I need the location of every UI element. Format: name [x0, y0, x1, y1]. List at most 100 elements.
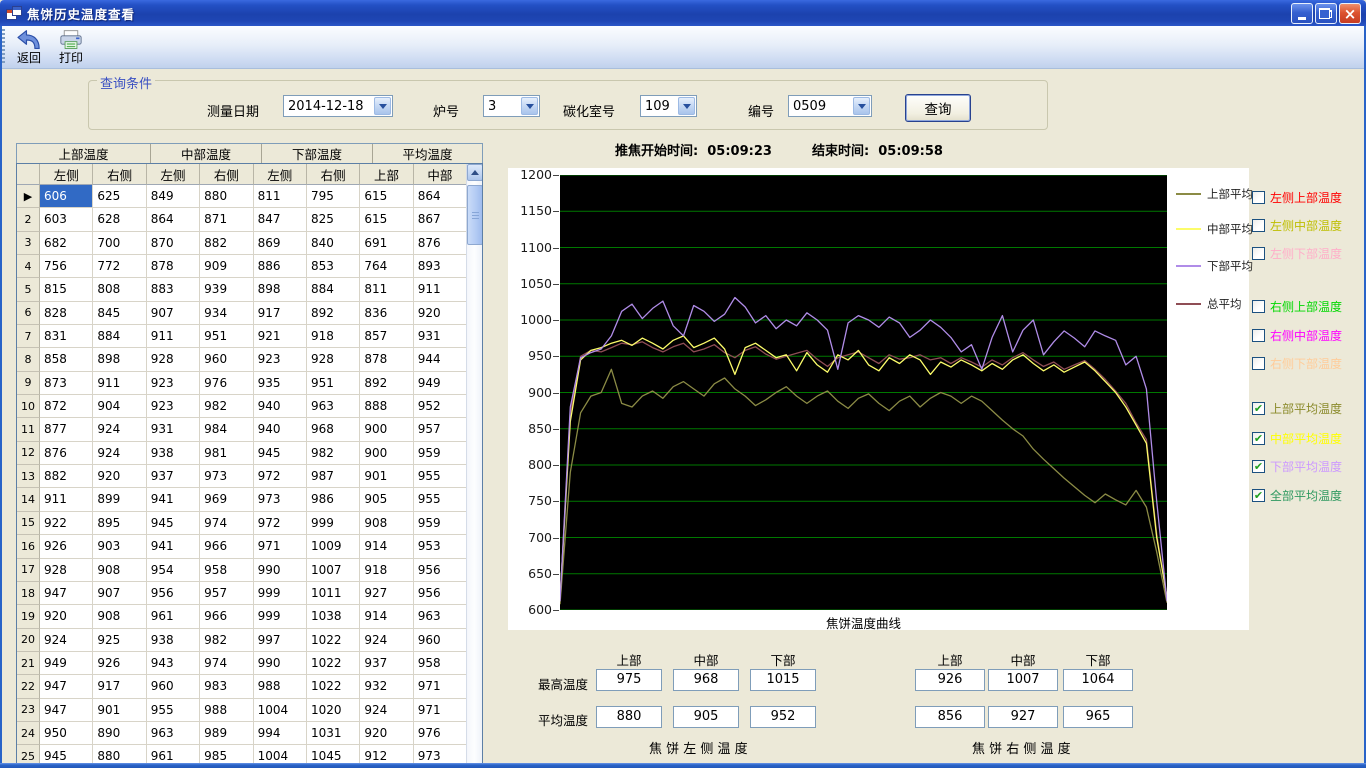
table-cell[interactable]: 924: [93, 442, 146, 465]
table-cell[interactable]: 920: [40, 605, 93, 628]
table-cell[interactable]: 973: [254, 488, 307, 511]
table-cell[interactable]: 966: [200, 605, 253, 628]
table-cell[interactable]: 1031: [307, 722, 360, 745]
minimize-button[interactable]: [1291, 3, 1313, 24]
table-cell[interactable]: 974: [200, 512, 253, 535]
print-button[interactable]: 打印: [50, 26, 92, 67]
table-cell[interactable]: 872: [40, 395, 93, 418]
table-cell[interactable]: 943: [147, 652, 200, 675]
table-cell[interactable]: 808: [93, 278, 146, 301]
table-cell[interactable]: 971: [414, 699, 467, 722]
table-cell[interactable]: 849: [147, 185, 200, 208]
table-cell[interactable]: 870: [147, 232, 200, 255]
table-cell[interactable]: 847: [254, 208, 307, 231]
row-header[interactable]: 5: [17, 278, 40, 301]
table-cell[interactable]: 941: [147, 488, 200, 511]
table-cell[interactable]: 1011: [307, 582, 360, 605]
table-cell[interactable]: 944: [414, 348, 467, 371]
table-cell[interactable]: 999: [254, 605, 307, 628]
row-header[interactable]: 3: [17, 232, 40, 255]
table-group-3[interactable]: 下部温度: [262, 144, 373, 163]
table-cell[interactable]: 951: [200, 325, 253, 348]
table-cell[interactable]: 947: [40, 675, 93, 698]
table-cell[interactable]: 973: [200, 465, 253, 488]
table-cell[interactable]: 903: [93, 535, 146, 558]
table-cell[interactable]: 898: [254, 278, 307, 301]
table-cell[interactable]: 957: [200, 582, 253, 605]
curve-checkbox-10[interactable]: ✔全部平均温度: [1252, 487, 1342, 504]
table-cell[interactable]: 972: [254, 465, 307, 488]
table-cell[interactable]: 994: [254, 722, 307, 745]
table-cell[interactable]: 976: [200, 372, 253, 395]
table-cell[interactable]: 918: [307, 325, 360, 348]
checked-checkbox-icon[interactable]: ✔: [1252, 432, 1265, 445]
table-cell[interactable]: 927: [360, 582, 413, 605]
chamber-combobox[interactable]: 109: [640, 95, 697, 117]
table-cell[interactable]: 971: [254, 535, 307, 558]
row-header[interactable]: 21: [17, 652, 40, 675]
table-cell[interactable]: 928: [307, 348, 360, 371]
table-cell[interactable]: 911: [40, 488, 93, 511]
furnace-dropdown-button[interactable]: [521, 97, 538, 115]
table-cell[interactable]: 923: [254, 348, 307, 371]
table-cell[interactable]: 864: [414, 185, 467, 208]
table-cell[interactable]: 831: [40, 325, 93, 348]
table-cell[interactable]: 949: [40, 652, 93, 675]
row-header[interactable]: 19: [17, 605, 40, 628]
row-header[interactable]: 11: [17, 418, 40, 441]
table-cell[interactable]: 983: [200, 675, 253, 698]
table-cell[interactable]: 907: [93, 582, 146, 605]
table-cell[interactable]: 990: [254, 652, 307, 675]
curve-checkbox-9[interactable]: ✔下部平均温度: [1252, 458, 1342, 475]
table-cell[interactable]: 963: [414, 605, 467, 628]
table-cell[interactable]: 958: [200, 559, 253, 582]
table-cell[interactable]: 900: [360, 442, 413, 465]
table-cell[interactable]: 976: [414, 722, 467, 745]
scrollbar-thumb[interactable]: [467, 185, 483, 245]
table-cell[interactable]: 990: [254, 559, 307, 582]
table-cell[interactable]: 864: [147, 208, 200, 231]
table-column-2[interactable]: 右侧: [93, 164, 146, 185]
table-cell[interactable]: 971: [414, 675, 467, 698]
table-cell[interactable]: 924: [360, 629, 413, 652]
table-cell[interactable]: 982: [200, 395, 253, 418]
table-cell[interactable]: 880: [200, 185, 253, 208]
table-cell[interactable]: 858: [40, 348, 93, 371]
table-cell[interactable]: 911: [414, 278, 467, 301]
table-cell[interactable]: 1022: [307, 675, 360, 698]
table-cell[interactable]: 1022: [307, 629, 360, 652]
table-cell[interactable]: 984: [200, 418, 253, 441]
table-cell[interactable]: 952: [414, 395, 467, 418]
unchecked-checkbox-icon[interactable]: [1252, 219, 1265, 232]
table-cell[interactable]: 997: [254, 629, 307, 652]
unchecked-checkbox-icon[interactable]: [1252, 300, 1265, 313]
curve-checkbox-5[interactable]: 右侧中部温度: [1252, 327, 1342, 344]
table-cell[interactable]: 878: [147, 255, 200, 278]
curve-checkbox-2[interactable]: 左侧中部温度: [1252, 217, 1342, 234]
table-cell[interactable]: 935: [254, 372, 307, 395]
curve-checkbox-7[interactable]: ✔上部平均温度: [1252, 400, 1342, 417]
table-cell[interactable]: 908: [93, 605, 146, 628]
table-cell[interactable]: 939: [200, 278, 253, 301]
table-cell[interactable]: 904: [93, 395, 146, 418]
table-cell[interactable]: 960: [414, 629, 467, 652]
row-header[interactable]: 4: [17, 255, 40, 278]
table-column-7[interactable]: 上部: [360, 164, 413, 185]
table-cell[interactable]: 982: [200, 629, 253, 652]
table-cell[interactable]: 908: [93, 559, 146, 582]
table-column-3[interactable]: 左侧: [147, 164, 200, 185]
table-cell[interactable]: 945: [147, 512, 200, 535]
table-cell[interactable]: 878: [360, 348, 413, 371]
table-cell[interactable]: 926: [40, 535, 93, 558]
table-cell[interactable]: 892: [307, 302, 360, 325]
table-cell[interactable]: 999: [254, 582, 307, 605]
table-cell[interactable]: 886: [254, 255, 307, 278]
table-cell[interactable]: 905: [360, 488, 413, 511]
restore-button[interactable]: [1315, 3, 1337, 24]
row-header[interactable]: 13: [17, 465, 40, 488]
table-cell[interactable]: 949: [414, 372, 467, 395]
row-header[interactable]: 22: [17, 675, 40, 698]
table-cell[interactable]: 772: [93, 255, 146, 278]
table-cell[interactable]: 999: [307, 512, 360, 535]
table-cell[interactable]: 898: [93, 348, 146, 371]
